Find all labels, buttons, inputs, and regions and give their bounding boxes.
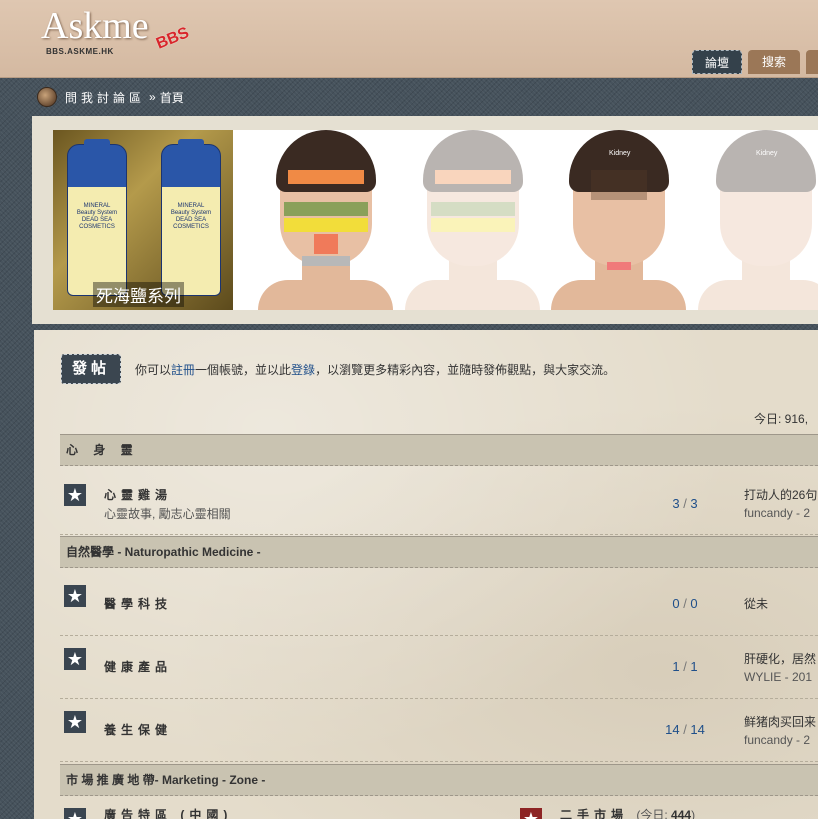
category-header[interactable]: 自然醫學 - Naturopathic Medicine -: [60, 536, 818, 568]
logo-bbs-badge: BBS: [153, 24, 192, 53]
bottle-label: MINERAL Beauty System DEAD SEA COSMETICS: [76, 203, 118, 230]
bottle-label: MINERAL Beauty System DEAD SEA COSMETICS: [170, 203, 212, 230]
post-count: 1: [690, 659, 698, 674]
forum-row[interactable]: ★ 廣告特區 (中國) ★ 二手市場 (今日: 444): [60, 796, 818, 819]
tab-search[interactable]: 搜索: [748, 50, 800, 74]
logo-subtitle: BBS.ASKME.HK: [46, 47, 114, 56]
breadcrumb: 問我討論區 » 首頁: [37, 87, 184, 107]
forum-row[interactable]: ★ 醫學科技 0 / 0 從未: [60, 573, 818, 636]
forum-counts: 3 / 3: [672, 496, 698, 511]
forum-name[interactable]: 廣告特區 (中國): [104, 806, 232, 819]
site-header: Askme BBS BBS.ASKME.HK 論壇 搜索: [0, 0, 818, 78]
notice-text: ，以瀏覽更多精彩內容，並隨時發佈觀點，與大家交流。: [315, 363, 616, 377]
banner-image[interactable]: MINERAL Beauty System DEAD SEA COSMETICS…: [53, 130, 818, 310]
last-post-meta[interactable]: WYLIE - 201: [744, 670, 818, 684]
topic-count: 14: [665, 722, 680, 737]
star-icon: ★: [64, 484, 86, 506]
last-post-title[interactable]: 打动人的26句: [744, 486, 818, 503]
face-label: Kidney: [609, 150, 631, 157]
forum-name[interactable]: 心靈雞湯: [104, 486, 172, 503]
post-count: 3: [690, 496, 698, 511]
category-header[interactable]: 市 場 推 廣 地 帶- Marketing - Zone -: [60, 764, 818, 796]
post-count: 0: [690, 596, 698, 611]
new-post-button[interactable]: 發帖: [61, 354, 121, 384]
forum-name[interactable]: 健康產品: [104, 658, 172, 675]
product-bottles-image: MINERAL Beauty System DEAD SEA COSMETICS…: [53, 130, 233, 310]
forum-counts: 1 / 1: [672, 659, 698, 674]
today-count: 444: [671, 808, 692, 819]
face-map-image: [258, 130, 393, 310]
login-link[interactable]: 登錄: [291, 363, 315, 377]
forum-name[interactable]: 養生保健: [104, 721, 172, 738]
forum-description: 心靈故事, 勵志心靈相關: [104, 507, 231, 521]
breadcrumb-site[interactable]: 問我討論區: [65, 89, 145, 106]
face-map-image: Kidney: [551, 130, 686, 310]
last-post-meta[interactable]: funcandy - 2: [744, 733, 818, 747]
forum-row[interactable]: ★ 健康產品 1 / 1 肝硬化，居然 WYLIE - 201: [60, 636, 818, 699]
last-post-meta[interactable]: funcandy - 2: [744, 506, 818, 520]
forum-name-secondhand[interactable]: 二手市場 (今日: 444): [560, 806, 695, 819]
forum-row[interactable]: ★ 養生保健 14 / 14 鲜猪肉买回来 funcandy - 2: [60, 699, 818, 762]
notice-text: 你可以: [135, 363, 172, 377]
guest-notice: 你可以註冊一個帳號，並以此登錄，以瀏覽更多精彩內容，並隨時發佈觀點，與大家交流。: [135, 361, 615, 378]
face-map-image: Kidney: [698, 130, 818, 310]
bottle-icon: MINERAL Beauty System DEAD SEA COSMETICS: [67, 139, 127, 296]
register-link[interactable]: 註冊: [171, 363, 195, 377]
post-count: 14: [690, 722, 705, 737]
star-icon: ★: [64, 585, 86, 607]
last-post-title: 從未: [744, 597, 769, 611]
topic-count: 1: [672, 659, 680, 674]
bottle-icon: MINERAL Beauty System DEAD SEA COSMETICS: [161, 139, 221, 296]
forum-counts: 0 / 0: [672, 596, 698, 611]
tab-forum[interactable]: 論壇: [692, 50, 742, 74]
forum-name[interactable]: 二手市場: [560, 808, 628, 819]
star-icon: ★: [64, 648, 86, 670]
today-post-count: 今日: 916,: [754, 412, 809, 426]
star-icon: ★: [64, 711, 86, 733]
banner-caption: 死海鹽系列: [93, 282, 184, 307]
star-icon: ★: [64, 808, 86, 819]
topic-count: 3: [672, 496, 680, 511]
tab-more[interactable]: [806, 50, 818, 74]
today-label: (今日:: [636, 808, 672, 819]
forum-name[interactable]: 醫學科技: [104, 595, 172, 612]
star-icon: ★: [520, 808, 542, 819]
category-header[interactable]: 心 身 靈: [60, 434, 818, 466]
forum-counts: 14 / 14: [665, 722, 705, 737]
topic-count: 0: [672, 596, 680, 611]
breadcrumb-separator: »: [149, 90, 156, 104]
last-post-title[interactable]: 肝硬化，居然: [744, 650, 818, 667]
face-label: Kidney: [756, 150, 778, 157]
face-map-image: [405, 130, 540, 310]
breadcrumb-current: 首頁: [159, 90, 184, 105]
forum-row[interactable]: ★ 心靈雞湯 心靈故事, 勵志心靈相關 3 / 3 打动人的26句 funcan…: [60, 472, 818, 535]
notice-text: 一個帳號，並以此: [195, 363, 292, 377]
last-post-title[interactable]: 鲜猪肉买回来: [744, 713, 818, 730]
home-icon: [37, 87, 57, 107]
today-close: ): [691, 808, 696, 819]
site-logo[interactable]: Askme: [41, 4, 149, 48]
